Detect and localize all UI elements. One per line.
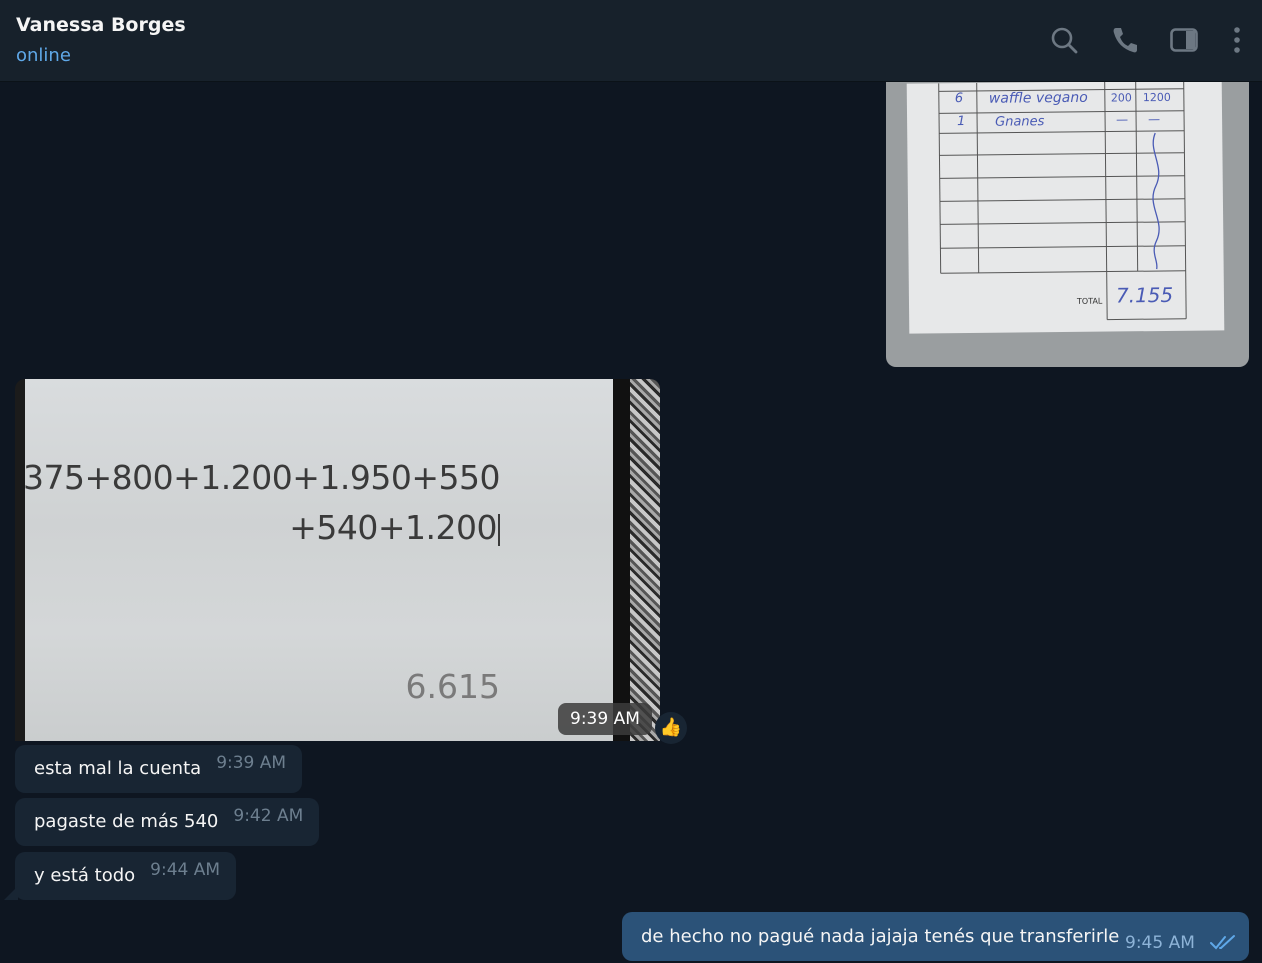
receipt-item: waffle vegano [988, 89, 1088, 107]
message-time: 9:39 AM [216, 753, 287, 773]
sidebar-toggle-icon[interactable] [1168, 24, 1200, 56]
message-bubble-incoming[interactable]: y está todo 9:44 AM [15, 852, 237, 900]
message-time: 9:42 AM [233, 806, 304, 826]
photo-timestamp: 9:39 AM [558, 703, 652, 735]
receipt-qty: 1 [957, 114, 966, 130]
message-time: 9:44 AM [150, 860, 221, 880]
receipt-grid [938, 82, 1187, 321]
message-text: y está todo [34, 865, 136, 886]
calculator-result: 6.615 [405, 667, 500, 706]
message-time: 9:45 AM [1125, 933, 1195, 953]
contact-name[interactable]: Vanessa Borges [16, 14, 186, 36]
receipt-item: Gnanes [995, 114, 1045, 130]
text-cursor [498, 513, 500, 546]
receipt-photo[interactable]: 6 waffle vegano 200 1200 1 Gnanes — — TO… [886, 82, 1249, 367]
more-icon[interactable] [1221, 24, 1253, 56]
receipt-total-value: 7.155 [1115, 282, 1174, 308]
calculator-photo[interactable]: 375+800+1.200+1.950+550 +540+1.200 6.615 [15, 379, 660, 741]
receipt-price: 200 [1110, 91, 1132, 105]
message-bubble-incoming[interactable]: pagaste de más 540 9:42 AM [15, 798, 320, 846]
search-icon[interactable] [1048, 24, 1080, 56]
chat-header: Vanessa Borges online [0, 0, 1262, 82]
granite-surface [630, 379, 660, 741]
receipt-qty: 6 [954, 91, 964, 107]
calculator-expression-text: +540+1.200 [289, 508, 497, 547]
phone-bezel [613, 379, 630, 741]
calculator-screen: 375+800+1.200+1.950+550 +540+1.200 6.615 [22, 379, 613, 741]
contact-status: online [16, 45, 71, 66]
thumbs-up-reaction-icon[interactable]: 👍 [655, 712, 687, 744]
double-check-read-icon [1210, 935, 1235, 950]
receipt-subtotal: 1200 [1142, 90, 1171, 105]
calculator-expression-line1: 375+800+1.200+1.950+550 [22, 458, 501, 497]
message-bubble-outgoing[interactable]: de hecho no pagué nada jajaja tenés que … [622, 912, 1249, 961]
receipt-price: — [1116, 112, 1129, 127]
message-bubble-incoming[interactable]: esta mal la cuenta 9:39 AM [15, 745, 303, 793]
calculator-expression-line2: +540+1.200 [289, 508, 500, 547]
phone-icon[interactable] [1109, 24, 1141, 56]
receipt-subtotal: — [1148, 112, 1161, 127]
message-text: pagaste de más 540 [34, 811, 219, 832]
receipt-paper: 6 waffle vegano 200 1200 1 Gnanes — — TO… [906, 82, 1225, 334]
message-text: de hecho no pagué nada jajaja tenés que … [641, 926, 1120, 947]
receipt-total-label: TOTAL [1076, 296, 1103, 306]
message-text: esta mal la cuenta [34, 758, 202, 779]
